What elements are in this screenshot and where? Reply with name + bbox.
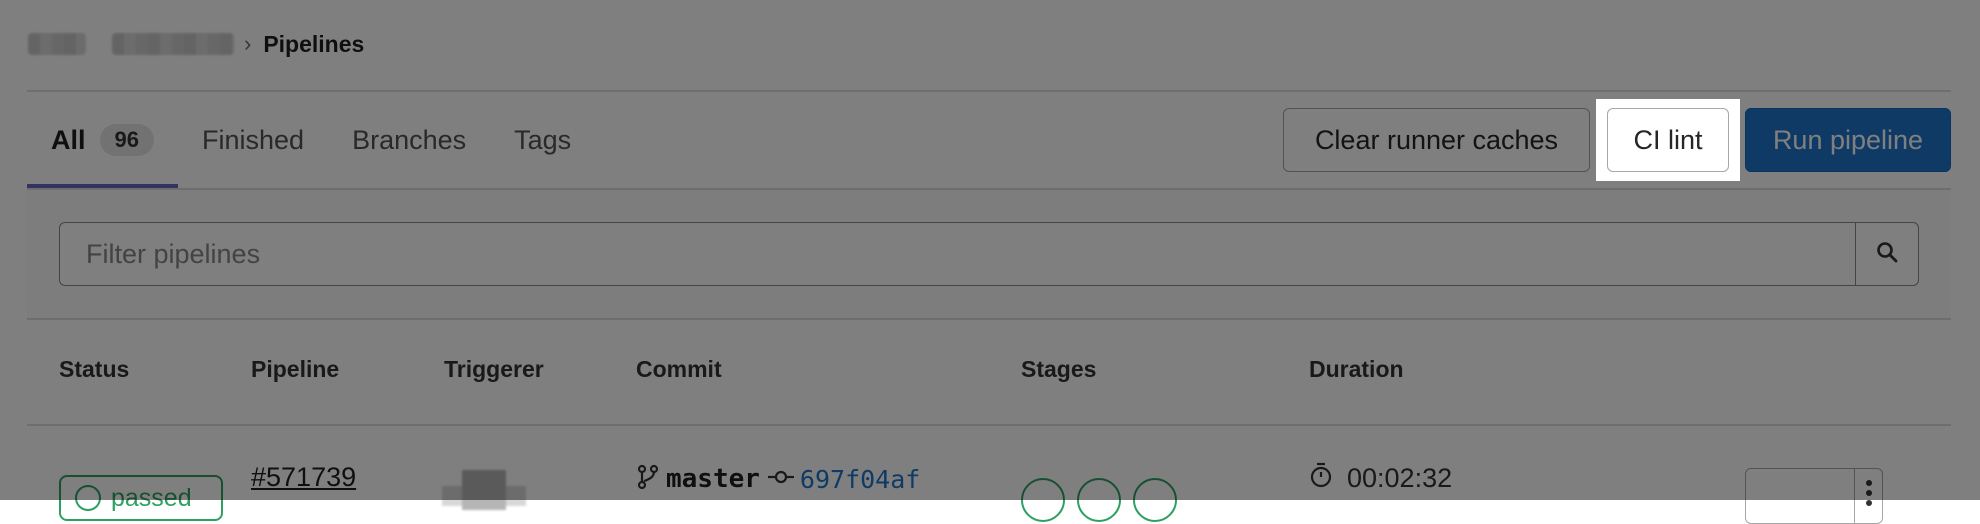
breadcrumb-group-link[interactable] <box>28 33 86 55</box>
kebab-icon <box>1865 479 1873 523</box>
column-header-status: Status <box>59 356 130 382</box>
tab-all[interactable]: All 96 <box>27 92 178 188</box>
pipelines-page: › Pipelines All 96 Finished Branches Tag… <box>0 0 1980 524</box>
breadcrumb-separator: › <box>244 31 252 56</box>
breadcrumb: › Pipelines <box>28 24 364 64</box>
stage-status-button[interactable] <box>1021 478 1065 522</box>
branch-name-link[interactable]: master <box>666 464 760 494</box>
commit-info: master 697f04af <box>636 462 920 496</box>
filter-search-button[interactable] <box>1855 223 1918 285</box>
breadcrumb-project-link[interactable] <box>112 33 234 55</box>
status-badge[interactable]: passed <box>59 475 223 521</box>
duration: 00:02:32 <box>1309 462 1452 495</box>
ci-lint-button[interactable]: CI lint <box>1607 108 1729 172</box>
run-pipeline-button[interactable]: Run pipeline <box>1745 108 1951 172</box>
row-actions <box>1745 468 1883 524</box>
pipeline-id-link[interactable]: #571739 <box>251 462 356 493</box>
tab-branches[interactable]: Branches <box>328 92 490 188</box>
stage-status-button[interactable] <box>1077 478 1121 522</box>
tab-finished-label: Finished <box>202 124 305 155</box>
column-header-pipeline: Pipeline <box>251 356 340 382</box>
tab-tags[interactable]: Tags <box>490 92 595 188</box>
tab-branches-label: Branches <box>352 124 467 155</box>
divider <box>27 424 1951 426</box>
search-icon <box>1875 240 1899 269</box>
filter-box <box>59 222 1919 286</box>
status-passed-icon <box>75 485 101 511</box>
tab-all-label: All <box>51 124 86 155</box>
more-actions-button[interactable] <box>1855 469 1882 523</box>
column-header-triggerer: Triggerer <box>444 356 544 382</box>
duration-value: 00:02:32 <box>1347 463 1453 493</box>
clear-runner-caches-button[interactable]: Clear runner caches <box>1283 108 1590 172</box>
timer-icon <box>1309 462 1347 495</box>
column-header-stages: Stages <box>1021 356 1097 382</box>
column-header-duration: Duration <box>1309 356 1404 382</box>
commit-sha-link[interactable]: 697f04af <box>800 465 920 494</box>
status-label: passed <box>111 483 192 512</box>
breadcrumb-current[interactable]: Pipelines <box>263 31 364 58</box>
commit-icon <box>767 469 794 490</box>
tab-all-count-badge: 96 <box>99 124 154 156</box>
tab-finished[interactable]: Finished <box>178 92 328 188</box>
divider <box>27 318 1951 320</box>
column-header-commit: Commit <box>636 356 722 382</box>
tab-tags-label: Tags <box>514 124 572 155</box>
branch-icon <box>636 464 660 495</box>
run-manual-jobs-dropdown[interactable] <box>1746 469 1855 523</box>
filter-pipelines-input[interactable] <box>60 223 1855 285</box>
pipeline-scope-tabs: All 96 Finished Branches Tags <box>27 92 595 188</box>
avatar[interactable] <box>462 470 506 510</box>
stage-status-button[interactable] <box>1133 478 1177 522</box>
